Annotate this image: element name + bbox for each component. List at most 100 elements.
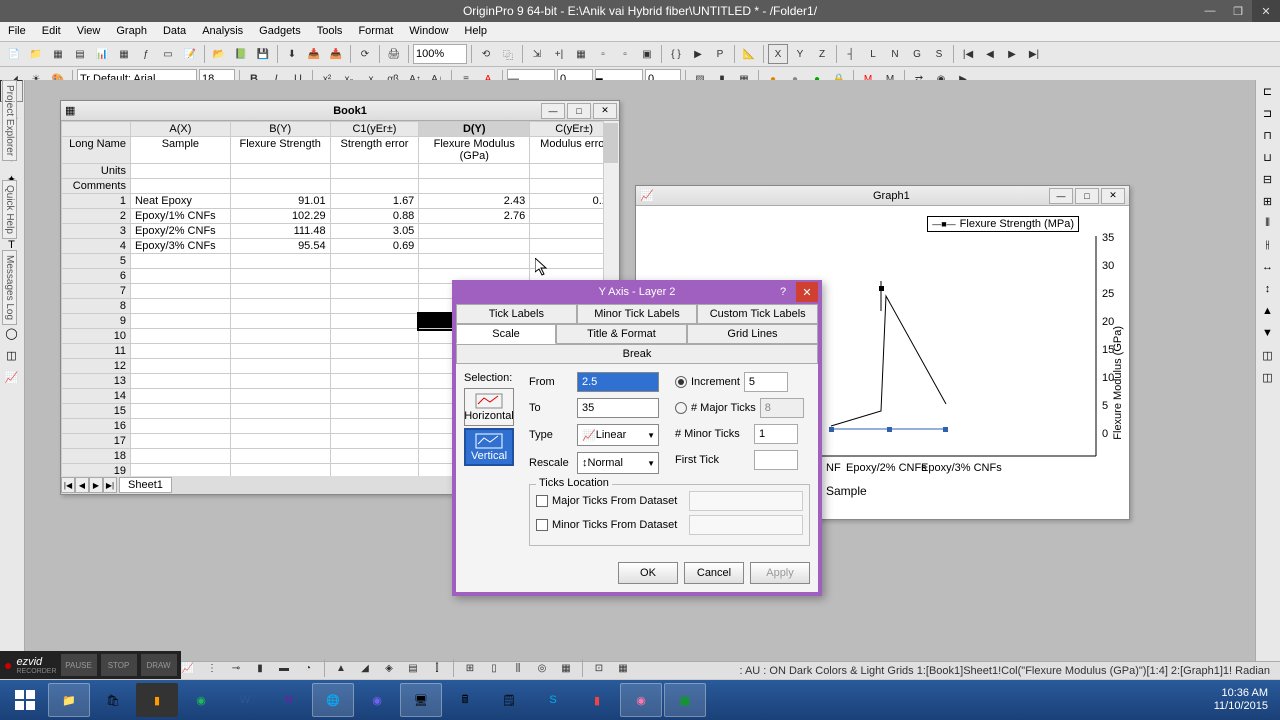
cell[interactable] — [130, 344, 230, 359]
new-layout-icon[interactable]: ▭ — [158, 44, 178, 64]
taskbar-notes-icon[interactable]: 🗒 — [488, 683, 530, 717]
merge-icon[interactable]: ▣ — [637, 44, 657, 64]
dialog-close-button[interactable]: ✕ — [796, 282, 818, 302]
row-header[interactable]: 7 — [62, 284, 131, 299]
add-column-icon[interactable]: +| — [549, 44, 569, 64]
cell[interactable] — [330, 404, 419, 419]
new-excel-icon[interactable]: ▤ — [70, 44, 90, 64]
align-left-icon[interactable]: ⊏ — [1256, 80, 1279, 102]
cell[interactable] — [130, 359, 230, 374]
new-project-icon[interactable]: 📄 — [4, 44, 24, 64]
cell[interactable] — [130, 464, 230, 477]
corner-cell[interactable] — [62, 122, 131, 137]
minimize-button[interactable]: — — [1196, 0, 1224, 22]
set-group-icon[interactable]: G — [907, 44, 927, 64]
cell[interactable] — [330, 269, 419, 284]
powerpoint-icon[interactable]: P — [710, 44, 730, 64]
cell[interactable] — [130, 329, 230, 344]
y-axis-label[interactable]: Flexure Modulus (GPa) — [1112, 326, 1124, 440]
cell[interactable]: 111.48 — [230, 224, 330, 239]
sheet-first-button[interactable]: |◀ — [61, 477, 75, 493]
save-icon[interactable]: 💾 — [253, 44, 273, 64]
row-header[interactable]: 13 — [62, 374, 131, 389]
box-plot-icon[interactable]: ▯ — [484, 658, 504, 678]
cell[interactable] — [130, 179, 230, 194]
row-header[interactable]: 12 — [62, 359, 131, 374]
taskbar-monitor-icon[interactable]: 🖥 — [400, 683, 442, 717]
layer-management-icon[interactable]: ▦ — [571, 44, 591, 64]
cell[interactable] — [230, 404, 330, 419]
import-multiple-icon[interactable]: 📥 — [326, 44, 346, 64]
cell[interactable] — [130, 434, 230, 449]
distribute-h-icon[interactable]: ⫴ — [1256, 212, 1279, 234]
comments-header[interactable]: Comments — [62, 179, 131, 194]
cell[interactable] — [330, 449, 419, 464]
menu-data[interactable]: Data — [155, 22, 194, 41]
ezvid-stop-button[interactable]: STOP — [101, 654, 137, 676]
cell[interactable] — [230, 329, 330, 344]
menu-gadgets[interactable]: Gadgets — [251, 22, 309, 41]
col-header-d[interactable]: D(Y) — [419, 122, 530, 137]
ok-button[interactable]: OK — [618, 562, 678, 584]
graph-maximize-button[interactable]: □ — [1075, 188, 1099, 204]
cell[interactable] — [330, 374, 419, 389]
taskbar-sublime-icon[interactable]: ▮ — [136, 683, 178, 717]
cell[interactable] — [230, 464, 330, 477]
set-z-icon[interactable]: Z — [812, 44, 832, 64]
cell[interactable] — [330, 299, 419, 314]
new-graph-icon[interactable]: 📊 — [92, 44, 112, 64]
row-header[interactable]: 6 — [62, 269, 131, 284]
cell[interactable] — [419, 164, 530, 179]
cell[interactable]: Epoxy/3% CNFs — [130, 239, 230, 254]
row-header[interactable]: 9 — [62, 314, 131, 329]
batch-processing-icon[interactable]: ⟳ — [355, 44, 375, 64]
tab-minor-tick-labels[interactable]: Minor Tick Labels — [577, 304, 698, 324]
new-folder-icon[interactable]: 📁 — [26, 44, 46, 64]
cell[interactable] — [130, 164, 230, 179]
taskbar-ezvid-icon[interactable]: ◉ — [620, 683, 662, 717]
cell[interactable] — [330, 164, 419, 179]
cell[interactable]: Neat Epoxy — [130, 194, 230, 209]
new-function-icon[interactable]: ƒ — [136, 44, 156, 64]
contour-icon[interactable]: ◎ — [532, 658, 552, 678]
major-from-dataset-check[interactable] — [536, 495, 548, 507]
row-header[interactable]: 16 — [62, 419, 131, 434]
col-header-c[interactable]: C1(yEr±) — [330, 122, 419, 137]
cell[interactable] — [230, 434, 330, 449]
cell[interactable] — [330, 254, 419, 269]
menu-tools[interactable]: Tools — [309, 22, 351, 41]
graph-close-button[interactable]: ✕ — [1101, 188, 1125, 204]
cell[interactable] — [230, 299, 330, 314]
cell[interactable] — [130, 284, 230, 299]
taskbar-reader-icon[interactable]: ▮ — [576, 683, 618, 717]
cancel-button[interactable]: Cancel — [684, 562, 744, 584]
align-right-icon[interactable]: ⊐ — [1256, 102, 1279, 124]
menu-view[interactable]: View — [69, 22, 109, 41]
set-subject-icon[interactable]: S — [929, 44, 949, 64]
menu-edit[interactable]: Edit — [34, 22, 69, 41]
maximize-button[interactable]: ❐ — [1224, 0, 1252, 22]
taskbar-explorer-icon[interactable]: 📁 — [48, 683, 90, 717]
start-button[interactable] — [4, 683, 46, 717]
ungroup-icon[interactable]: ◫ — [1256, 366, 1279, 388]
minor-ticks-input[interactable] — [754, 424, 798, 444]
cell[interactable] — [419, 239, 530, 254]
menu-format[interactable]: Format — [350, 22, 401, 41]
dialog-help-button[interactable]: ? — [772, 282, 794, 302]
taskbar-origin-icon[interactable]: ▦ — [664, 683, 706, 717]
cell[interactable]: Epoxy/1% CNFs — [130, 209, 230, 224]
double-y-icon[interactable]: ⫿ — [427, 658, 447, 678]
cell[interactable] — [230, 374, 330, 389]
cell[interactable] — [330, 344, 419, 359]
new-notes-icon[interactable]: 📝 — [180, 44, 200, 64]
cell[interactable] — [330, 284, 419, 299]
cell[interactable]: Epoxy/2% CNFs — [130, 224, 230, 239]
move-first-icon[interactable]: |◀ — [958, 44, 978, 64]
roi-tool-icon[interactable]: ◫ — [0, 344, 23, 366]
row-header[interactable]: 18 — [62, 449, 131, 464]
cell[interactable] — [230, 419, 330, 434]
move-last-icon[interactable]: ▶| — [1024, 44, 1044, 64]
longname-b[interactable]: Flexure Strength — [230, 137, 330, 164]
align-center-v-icon[interactable]: ⊞ — [1256, 190, 1279, 212]
row-header[interactable]: 17 — [62, 434, 131, 449]
